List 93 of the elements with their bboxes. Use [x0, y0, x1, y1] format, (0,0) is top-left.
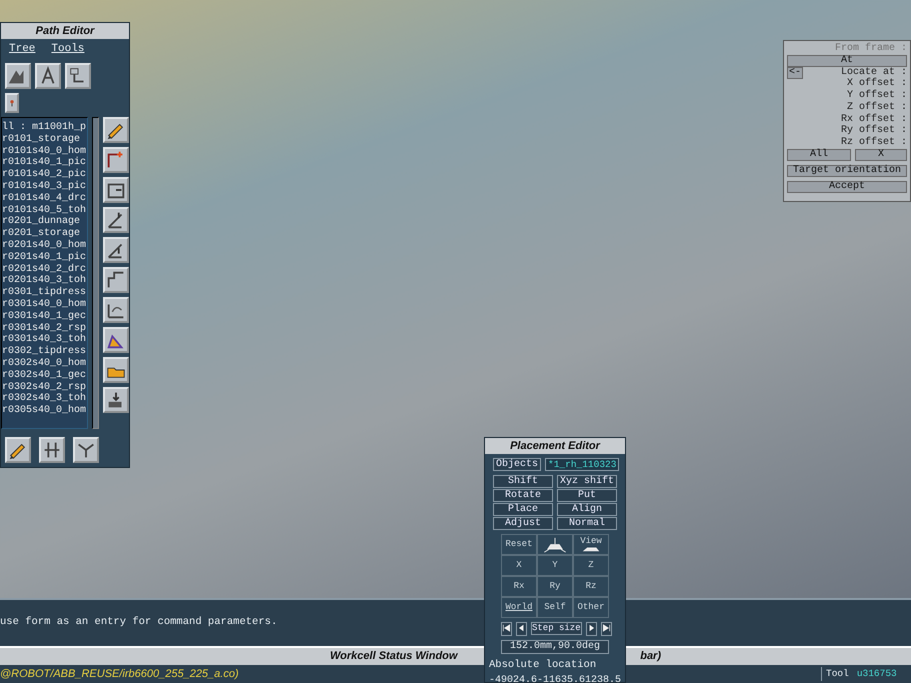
- path-list-item[interactable]: r0301_tipdress: [2, 287, 87, 299]
- split-icon[interactable]: [39, 437, 65, 463]
- tool-value: u316753: [856, 666, 897, 681]
- first-icon[interactable]: [501, 622, 512, 636]
- flowchart-icon[interactable]: [65, 63, 91, 89]
- path-list-item[interactable]: r0101s40_5_toh: [2, 204, 87, 216]
- window-title: bar): [640, 649, 661, 664]
- axes-icon[interactable]: [537, 534, 573, 555]
- pencil-icon[interactable]: [5, 437, 31, 463]
- axis-button[interactable]: Self: [537, 597, 573, 618]
- axis-button[interactable]: Rz: [573, 576, 609, 597]
- mode-button[interactable]: Shift: [493, 475, 553, 488]
- path-list-item[interactable]: r0101s40_0_hom: [2, 146, 87, 158]
- path-list-item[interactable]: r0101s40_1_pic: [2, 157, 87, 170]
- menu-item[interactable]: Tree: [9, 39, 36, 59]
- at-button[interactable]: At: [787, 54, 907, 67]
- path-list-item[interactable]: r0201s40_0_hom: [2, 240, 87, 252]
- accept-button[interactable]: Accept: [787, 180, 907, 193]
- pencil-icon[interactable]: [103, 117, 129, 143]
- objects-button[interactable]: Objects: [493, 458, 542, 471]
- path-step-icon[interactable]: [103, 267, 129, 293]
- target-orientation-button[interactable]: Target orientation: [787, 164, 907, 177]
- path-list-item[interactable]: r0301s40_3_toh: [2, 334, 87, 346]
- path-list-item[interactable]: r0301s40_1_gec: [2, 310, 87, 323]
- previous-icon[interactable]: [516, 622, 527, 636]
- pin-icon[interactable]: [5, 93, 19, 113]
- mode-button[interactable]: Align: [557, 503, 617, 516]
- path-list-item[interactable]: r0201s40_3_toh: [2, 275, 87, 288]
- mountain-icon[interactable]: [5, 63, 31, 89]
- path-list-item[interactable]: r0301s40_0_hom: [2, 298, 87, 311]
- window-title: Workcell Status Window: [330, 649, 458, 664]
- frame-button[interactable]: World: [501, 597, 537, 618]
- folder-icon[interactable]: [103, 357, 129, 383]
- path-list-item[interactable]: r0201_dunnage: [2, 216, 87, 228]
- path-list-item[interactable]: r0302s40_2_rsp: [2, 382, 87, 394]
- axis-button[interactable]: Rx: [501, 576, 537, 597]
- window-title: Path Editor: [1, 23, 129, 39]
- field-label: Rz offset :: [840, 136, 907, 149]
- path-list-item[interactable]: r0201s40_2_drc: [2, 264, 87, 276]
- path-list-item[interactable]: r0302s40_1_gec: [2, 370, 87, 382]
- field-label: Locate at :: [840, 66, 907, 78]
- scroll-bar[interactable]: [92, 117, 99, 429]
- tool-label: Tool: [826, 666, 849, 681]
- axis-button[interactable]: Ry: [537, 576, 573, 597]
- all-button[interactable]: All: [787, 148, 851, 161]
- path-list-item[interactable]: r0201_storage: [2, 228, 87, 240]
- message-text: use form as an entry for command parameters.: [0, 615, 278, 630]
- axis-button[interactable]: Z: [573, 555, 609, 576]
- mode-button[interactable]: Xyz shift: [557, 475, 617, 488]
- merge-icon[interactable]: [73, 437, 99, 463]
- mode-button[interactable]: Put: [557, 489, 617, 502]
- form-label: From frame :: [834, 43, 907, 55]
- mode-button[interactable]: Normal: [557, 517, 617, 530]
- field-label: Z offset :: [846, 102, 907, 114]
- field-label: Rx offset :: [840, 114, 907, 125]
- path-list-item[interactable]: r0302_tipdress: [2, 346, 87, 358]
- axis-button[interactable]: Y: [537, 555, 573, 576]
- path-list-item[interactable]: r0302s40_3_toh: [2, 393, 87, 406]
- step-size-label: Step size: [531, 622, 582, 636]
- path-minus-icon[interactable]: [103, 177, 129, 203]
- path-list-item[interactable]: r0201s40_1_pic: [2, 252, 87, 264]
- last-icon[interactable]: [600, 622, 612, 636]
- path-list-item[interactable]: r0101s40_2_pic: [2, 169, 87, 181]
- triangle-path-icon[interactable]: [103, 327, 129, 353]
- back-button[interactable]: <-: [787, 66, 803, 79]
- object-field[interactable]: *1_rh_110323: [545, 458, 620, 471]
- axis-button[interactable]: Reset: [501, 534, 537, 555]
- axis-button[interactable]: X: [501, 555, 537, 576]
- field-label: Ry offset :: [840, 125, 907, 136]
- x-button[interactable]: X: [855, 148, 907, 161]
- view-button[interactable]: View: [573, 534, 609, 555]
- path-list-item[interactable]: r0101_storage: [2, 134, 87, 146]
- axis-button[interactable]: Other: [573, 597, 609, 618]
- mode-button[interactable]: Rotate: [493, 489, 553, 502]
- path-list-item[interactable]: r0101s40_4_drc: [2, 192, 87, 205]
- mode-button[interactable]: Adjust: [493, 517, 553, 530]
- menu-item[interactable]: Tools: [51, 39, 84, 59]
- path-list-item[interactable]: r0302s40_0_hom: [2, 358, 87, 370]
- step-value-field[interactable]: 152.0mm,90.0deg: [501, 640, 609, 654]
- file-path: @ROBOT/ABB_REUSE/irb6600_255_225_a.co): [0, 666, 239, 682]
- next-icon[interactable]: [586, 622, 597, 636]
- path-plus-icon[interactable]: [103, 147, 129, 173]
- path-list-item[interactable]: r0305s40_0_hom: [2, 405, 87, 417]
- path-list-item[interactable]: r0101s40_3_pic: [2, 180, 87, 193]
- mode-button[interactable]: Place: [493, 503, 553, 516]
- export-icon[interactable]: [103, 387, 129, 413]
- location-label: Absolute location: [488, 658, 598, 673]
- field-label: Y offset :: [846, 90, 907, 102]
- path-list-item[interactable]: ll : m11001h_p: [2, 122, 87, 134]
- field-label: X offset :: [846, 78, 907, 90]
- path-curve-icon[interactable]: [103, 297, 129, 323]
- window-title: Placement Editor: [485, 438, 625, 454]
- path-list-item[interactable]: r0301s40_2_rsp: [2, 322, 87, 334]
